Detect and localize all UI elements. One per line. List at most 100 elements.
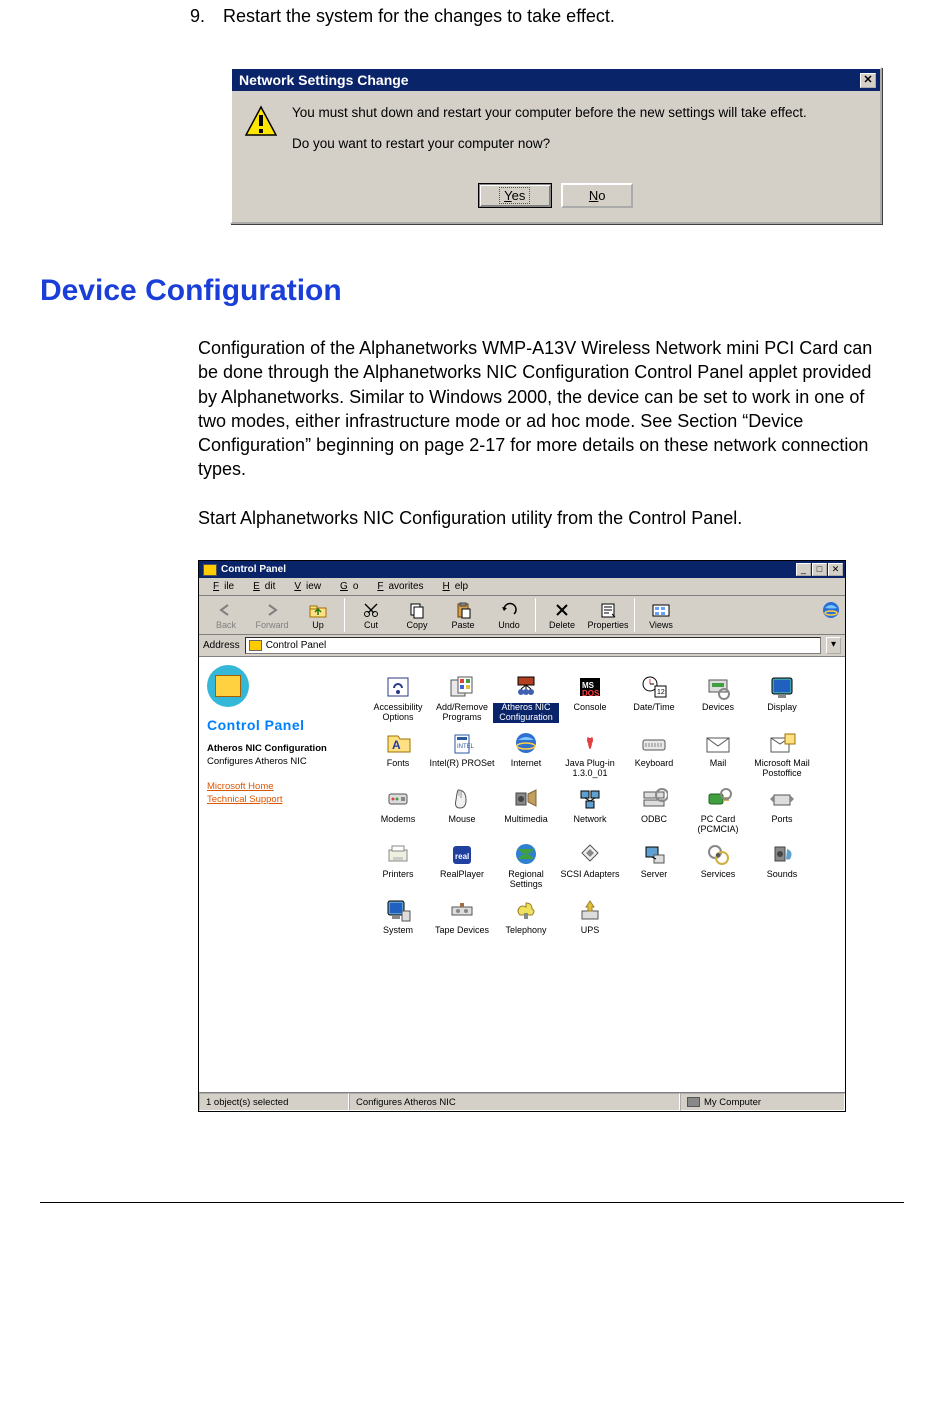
cp-item-ports[interactable]: Ports: [751, 785, 813, 835]
cp-item-system[interactable]: System: [367, 896, 429, 936]
scissors-icon: [361, 601, 381, 619]
cp-item-server[interactable]: Server: [623, 840, 685, 890]
app-icon: [767, 785, 797, 813]
app-icon: [767, 673, 797, 701]
app-icon: [575, 729, 605, 757]
maximize-button[interactable]: □: [812, 563, 827, 576]
properties-icon: [598, 601, 618, 619]
cp-item-console[interactable]: MSDOSConsole: [559, 673, 621, 723]
address-dropdown[interactable]: ▾: [826, 637, 841, 654]
status-bar: 1 object(s) selected Configures Atheros …: [199, 1092, 845, 1111]
cp-item-scsi-adapters[interactable]: SCSI Adapters: [559, 840, 621, 890]
app-icon: [447, 785, 477, 813]
cp-item-fonts[interactable]: AFonts: [367, 729, 429, 779]
warning-icon: [244, 105, 278, 167]
section-heading: Device Configuration: [40, 274, 924, 308]
svg-text:12: 12: [657, 689, 665, 696]
link-microsoft-home[interactable]: Microsoft Home: [207, 781, 341, 792]
paste-icon: [453, 601, 473, 619]
link-technical-support[interactable]: Technical Support: [207, 794, 341, 805]
cp-item-multimedia[interactable]: Multimedia: [495, 785, 557, 835]
app-icon: real: [447, 840, 477, 868]
side-selected-label: Atheros NIC Configuration: [207, 743, 341, 754]
folder-up-icon: [308, 601, 328, 619]
toolbar-properties[interactable]: Properties: [585, 599, 631, 632]
cp-item-regional-settings[interactable]: Regional Settings: [495, 840, 557, 890]
minimize-button[interactable]: _: [796, 563, 811, 576]
cp-item-date-time[interactable]: 12Date/Time: [623, 673, 685, 723]
computer-icon: [687, 1097, 700, 1107]
cp-item-modems[interactable]: Modems: [367, 785, 429, 835]
paragraph-2: Start Alphanetworks NIC Configuration ut…: [198, 506, 876, 530]
close-icon[interactable]: ✕: [860, 73, 876, 88]
cp-item-mouse[interactable]: Mouse: [431, 785, 493, 835]
toolbar-undo[interactable]: Undo: [486, 599, 532, 632]
dialog-title: Network Settings Change: [236, 72, 860, 88]
menu-help[interactable]: Help: [433, 580, 474, 593]
toolbar-copy[interactable]: Copy: [394, 599, 440, 632]
cp-item-java-plug-in-1-3-0-01[interactable]: Java Plug-in 1.3.0_01: [559, 729, 621, 779]
cp-item-sounds[interactable]: Sounds: [751, 840, 813, 890]
cp-item-telephony[interactable]: Telephony: [495, 896, 557, 936]
side-title: Control Panel: [207, 717, 341, 733]
toolbar-views[interactable]: Views: [638, 599, 684, 632]
restart-dialog: Network Settings Change ✕ You must shut …: [230, 67, 882, 224]
app-icon: [447, 673, 477, 701]
folder-icon: [249, 640, 262, 651]
menu-edit[interactable]: Edit: [243, 580, 280, 593]
cp-item-display[interactable]: Display: [751, 673, 813, 723]
cp-item-odbc[interactable]: ODBC: [623, 785, 685, 835]
app-icon: [575, 896, 605, 924]
toolbar-cut[interactable]: Cut: [348, 599, 394, 632]
cp-item-add-remove-programs[interactable]: Add/Remove Programs: [431, 673, 493, 723]
cp-item-devices[interactable]: Devices: [687, 673, 749, 723]
cp-item-accessibility-options[interactable]: Accessibility Options: [367, 673, 429, 723]
delete-icon: [552, 601, 572, 619]
no-button[interactable]: No: [561, 183, 633, 208]
svg-text:DOS: DOS: [582, 689, 600, 698]
cp-item-mail[interactable]: Mail: [687, 729, 749, 779]
app-icon: A: [383, 729, 413, 757]
app-icon: [575, 785, 605, 813]
cp-item-tape-devices[interactable]: Tape Devices: [431, 896, 493, 936]
cp-item-pc-card-pcmcia-[interactable]: PC Card (PCMCIA): [687, 785, 749, 835]
menu-file[interactable]: File: [203, 580, 239, 593]
cp-item-ups[interactable]: UPS: [559, 896, 621, 936]
icon-grid: Accessibility OptionsAdd/Remove Programs…: [349, 657, 845, 1092]
toolbar-delete[interactable]: Delete: [539, 599, 585, 632]
cp-item-services[interactable]: Services: [687, 840, 749, 890]
cp-item-internet[interactable]: Internet: [495, 729, 557, 779]
menu-favorites[interactable]: Favorites: [367, 580, 428, 593]
cp-item-keyboard[interactable]: Keyboard: [623, 729, 685, 779]
page-footer-rule: [40, 1202, 904, 1203]
toolbar-back: Back: [203, 599, 249, 632]
menu-view[interactable]: View: [284, 580, 326, 593]
cp-item-realplayer[interactable]: realRealPlayer: [431, 840, 493, 890]
app-icon: [511, 729, 541, 757]
cp-item-atheros-nic-configuration[interactable]: Atheros NIC Configuration: [495, 673, 557, 723]
undo-icon: [499, 601, 519, 619]
app-icon: [703, 785, 733, 813]
cp-item-printers[interactable]: Printers: [367, 840, 429, 890]
cp-item-network[interactable]: Network: [559, 785, 621, 835]
menu-go[interactable]: Go: [330, 580, 363, 593]
close-button[interactable]: ✕: [828, 563, 843, 576]
app-icon: [447, 896, 477, 924]
toolbar-paste[interactable]: Paste: [440, 599, 486, 632]
arrow-right-icon: [262, 601, 282, 619]
window-title: Control Panel: [221, 564, 796, 575]
app-icon: 12: [639, 673, 669, 701]
side-panel: Control Panel Atheros NIC Configuration …: [199, 657, 349, 1092]
step-number: 9.: [190, 6, 218, 27]
yes-button[interactable]: Yes: [479, 184, 551, 207]
address-bar[interactable]: Control Panel: [245, 637, 821, 654]
app-icon: [383, 785, 413, 813]
app-icon: [703, 840, 733, 868]
toolbar-up[interactable]: Up: [295, 599, 341, 632]
cp-item-intel-r-proset[interactable]: INTELIntel(R) PROSet: [431, 729, 493, 779]
cp-item-microsoft-mail-postoffice[interactable]: Microsoft Mail Postoffice: [751, 729, 813, 779]
ie-logo-icon: [821, 600, 841, 620]
app-icon: [767, 840, 797, 868]
svg-text:real: real: [455, 852, 469, 861]
svg-text:A: A: [392, 738, 401, 752]
